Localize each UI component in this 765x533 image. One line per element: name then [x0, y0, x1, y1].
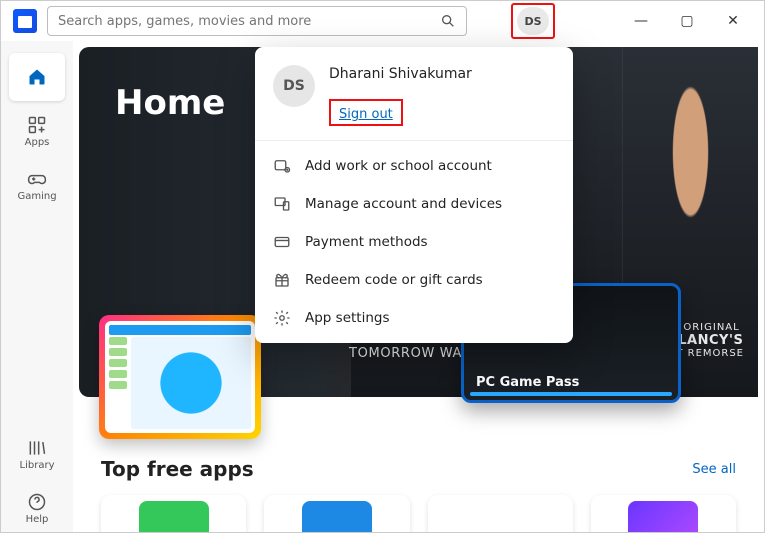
sidebar-item-label: Gaming [17, 191, 56, 202]
app-tile-icon [628, 501, 698, 532]
sidebar-item-label: Help [26, 514, 49, 525]
sidebar-item-label: Apps [25, 137, 50, 148]
profile-button[interactable]: DS [517, 7, 549, 35]
sidebar: Apps Gaming Library Help [1, 41, 73, 532]
search-icon[interactable] [440, 13, 456, 29]
menu-item-payment[interactable]: Payment methods [255, 223, 573, 261]
sign-out-link[interactable]: Sign out [339, 107, 393, 122]
app-card[interactable] [101, 495, 246, 532]
window-controls: — ▢ ✕ [618, 5, 756, 37]
devices-icon [273, 195, 291, 213]
menu-item-label: App settings [305, 310, 390, 326]
apps-row [73, 481, 764, 532]
app-tile-icon [139, 501, 209, 532]
sidebar-item-home[interactable] [9, 53, 65, 101]
menu-item-label: Redeem code or gift cards [305, 272, 483, 288]
menu-avatar: DS [273, 65, 315, 107]
search-box[interactable] [47, 6, 467, 36]
menu-item-add-account[interactable]: Add work or school account [255, 147, 573, 185]
close-button[interactable]: ✕ [710, 5, 756, 37]
app-card[interactable] [591, 495, 736, 532]
store-logo-icon [13, 9, 37, 33]
gift-icon [273, 271, 291, 289]
highlight-avatar: DS [511, 3, 555, 39]
user-name: Dharani Shivakumar [329, 65, 509, 83]
sidebar-item-gaming[interactable]: Gaming [9, 161, 65, 209]
maximize-button[interactable]: ▢ [664, 5, 710, 37]
app-tile-icon [465, 501, 535, 532]
title-bar: DS — ▢ ✕ [1, 1, 764, 41]
help-icon [27, 492, 47, 512]
minimize-button[interactable]: — [618, 5, 664, 37]
account-menu: DS Dharani Shivakumar Sign out Add work … [255, 47, 573, 343]
app-card[interactable] [264, 495, 409, 532]
carousel-card-label: PC Game Pass [476, 375, 579, 390]
add-account-icon [273, 157, 291, 175]
sidebar-item-label: Library [20, 460, 55, 471]
user-email-redacted [329, 83, 509, 93]
sidebar-item-apps[interactable]: Apps [9, 107, 65, 155]
menu-item-redeem[interactable]: Redeem code or gift cards [255, 261, 573, 299]
menu-item-manage[interactable]: Manage account and devices [255, 185, 573, 223]
section-title: Top free apps [101, 457, 254, 481]
menu-item-settings[interactable]: App settings [255, 299, 573, 337]
search-input[interactable] [58, 14, 440, 29]
sidebar-item-library[interactable]: Library [9, 430, 65, 478]
menu-item-label: Payment methods [305, 234, 428, 250]
hero-caption-left: TOMORROW WAR [349, 346, 472, 361]
page-title: Home [115, 83, 225, 123]
apps-icon [27, 115, 47, 135]
app-tile-icon [302, 501, 372, 532]
library-icon [27, 438, 47, 458]
card-icon [273, 233, 291, 251]
menu-item-label: Add work or school account [305, 158, 492, 174]
highlight-signout: Sign out [329, 99, 403, 126]
mini-card-art [131, 337, 251, 429]
app-card[interactable] [428, 495, 573, 532]
app-window: DS — ▢ ✕ Apps Gaming Library [0, 0, 765, 533]
home-icon [27, 67, 47, 87]
sidebar-item-help[interactable]: Help [9, 484, 65, 532]
gear-icon [273, 309, 291, 327]
section-header: Top free apps See all [73, 457, 764, 481]
gaming-icon [27, 169, 47, 189]
carousel-card[interactable] [99, 315, 261, 439]
menu-item-label: Manage account and devices [305, 196, 502, 212]
see-all-link[interactable]: See all [692, 462, 736, 477]
